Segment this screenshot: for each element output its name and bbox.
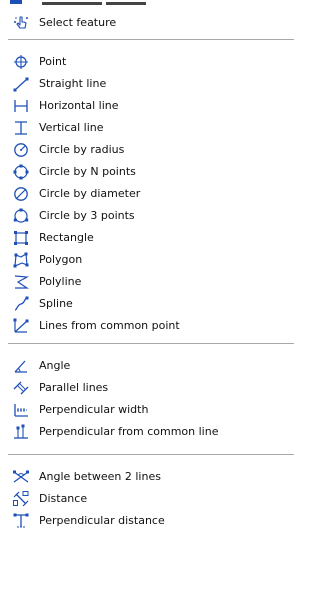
- menu-item-label: Angle between 2 lines: [39, 470, 161, 483]
- spline-icon: [13, 296, 29, 312]
- vertical-line-icon: [13, 120, 29, 136]
- menu-item-label: Circle by radius: [39, 143, 125, 156]
- menu-item-vertical-line[interactable]: Vertical line: [0, 117, 295, 139]
- menu-item-angle-between-2-lines[interactable]: Angle between 2 lines: [0, 466, 295, 488]
- menu-item-label: Select feature: [39, 16, 117, 29]
- point-icon: [13, 54, 29, 70]
- menu-item-circle-by-diameter[interactable]: Circle by diameter: [0, 183, 295, 205]
- menu-item-perpendicular-distance[interactable]: Perpendicular distance: [0, 510, 295, 532]
- menu-item-perpendicular-from-common-line[interactable]: Perpendicular from common line: [0, 421, 295, 443]
- menu-item-label: Circle by diameter: [39, 187, 141, 200]
- menu-item-straight-line[interactable]: Straight line: [0, 73, 295, 95]
- menu-item-label: Point: [39, 55, 67, 68]
- menu-item-label: Angle: [39, 359, 71, 372]
- menu-separator: [8, 343, 294, 344]
- menu-item-label: Polyline: [39, 275, 82, 288]
- measure-tools-menu: Select feature Point Straight line Horiz…: [0, 0, 295, 594]
- straight-line-icon: [13, 76, 29, 92]
- menu-item-lines-from-common-point[interactable]: Lines from common point: [0, 315, 295, 337]
- menu-item-label: Distance: [39, 492, 88, 505]
- angle-between-lines-icon: [13, 469, 29, 485]
- circle-diameter-icon: [13, 186, 29, 202]
- polyline-icon: [13, 274, 29, 290]
- circle-3-points-icon: [13, 208, 29, 224]
- menu-item-perpendicular-width[interactable]: Perpendicular width: [0, 399, 295, 421]
- menu-item-angle[interactable]: Angle: [0, 355, 295, 377]
- menu-item-label: Horizontal line: [39, 99, 119, 112]
- menu-item-select-feature[interactable]: Select feature: [0, 12, 295, 34]
- menu-item-label: Vertical line: [39, 121, 104, 134]
- angle-icon: [13, 358, 29, 374]
- menu-item-horizontal-line[interactable]: Horizontal line: [0, 95, 295, 117]
- menu-item-polyline[interactable]: Polyline: [0, 271, 295, 293]
- clipped-previous-item: [8, 0, 168, 6]
- menu-item-polygon[interactable]: Polygon: [0, 249, 295, 271]
- menu-item-label: Circle by N points: [39, 165, 136, 178]
- menu-item-circle-by-radius[interactable]: Circle by radius: [0, 139, 295, 161]
- menu-separator: [8, 454, 294, 455]
- menu-item-distance[interactable]: Distance: [0, 488, 295, 510]
- parallel-lines-icon: [13, 380, 29, 396]
- menu-separator: [8, 39, 294, 40]
- menu-item-label: Straight line: [39, 77, 107, 90]
- menu-item-label: Lines from common point: [39, 319, 180, 332]
- perpendicular-distance-icon: [13, 513, 29, 529]
- perpendicular-common-line-icon: [13, 424, 29, 440]
- menu-item-circle-by-3-points[interactable]: Circle by 3 points: [0, 205, 295, 227]
- circle-radius-icon: [13, 142, 29, 158]
- menu-item-point[interactable]: Point: [0, 51, 295, 73]
- menu-item-rectangle[interactable]: Rectangle: [0, 227, 295, 249]
- menu-item-label: Rectangle: [39, 231, 94, 244]
- circle-n-points-icon: [13, 164, 29, 180]
- menu-item-parallel-lines[interactable]: Parallel lines: [0, 377, 295, 399]
- menu-item-spline[interactable]: Spline: [0, 293, 295, 315]
- pointer-hand-icon: [13, 15, 29, 31]
- menu-item-label: Parallel lines: [39, 381, 109, 394]
- polygon-icon: [13, 252, 29, 268]
- menu-item-label: Perpendicular width: [39, 403, 149, 416]
- menu-item-label: Perpendicular from common line: [39, 425, 219, 438]
- rectangle-icon: [13, 230, 29, 246]
- menu-item-label: Spline: [39, 297, 73, 310]
- perpendicular-width-icon: [13, 402, 29, 418]
- menu-item-label: Perpendicular distance: [39, 514, 165, 527]
- menu-item-label: Polygon: [39, 253, 83, 266]
- distance-icon: [13, 491, 29, 507]
- lines-common-point-icon: [13, 318, 29, 334]
- horizontal-line-icon: [13, 98, 29, 114]
- menu-item-circle-by-n-points[interactable]: Circle by N points: [0, 161, 295, 183]
- menu-item-label: Circle by 3 points: [39, 209, 135, 222]
